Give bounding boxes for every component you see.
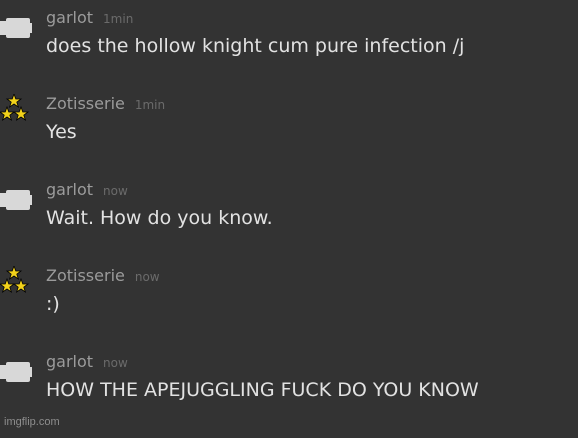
chat-message: garlot now Wait. How do you know. (0, 180, 578, 266)
controller-icon (0, 190, 32, 210)
timestamp: now (103, 356, 128, 370)
message-text: does the hollow knight cum pure infectio… (46, 35, 465, 57)
timestamp: 1min (134, 98, 166, 112)
watermark: imgflip.com (4, 416, 60, 428)
username[interactable]: garlot (46, 352, 93, 371)
chat-message: garlot 1min does the hollow knight cum pu… (0, 8, 578, 94)
username[interactable]: garlot (46, 180, 93, 199)
timestamp: 1min (103, 12, 134, 26)
username[interactable]: Zotisserie (46, 94, 125, 113)
username[interactable]: garlot (46, 8, 93, 27)
controller-icon (0, 362, 32, 382)
message-text: Wait. How do you know. (46, 207, 273, 229)
message-text: Yes (46, 121, 77, 143)
timestamp: now (103, 184, 128, 198)
timestamp: now (134, 270, 160, 284)
message-text: HOW THE APEJUGGLING FUCK DO YOU KNOW (46, 379, 479, 401)
stars-icon (0, 94, 30, 121)
chat-message: Zotisserie 1min Yes (0, 94, 578, 180)
controller-icon (0, 18, 32, 38)
username[interactable]: Zotisserie (46, 266, 125, 285)
chat-message: garlot now HOW THE APEJUGGLING FUCK DO YO… (0, 352, 578, 438)
message-text: :) (46, 293, 60, 315)
stars-icon (0, 266, 30, 293)
chat-message: Zotisserie now :) (0, 266, 578, 352)
